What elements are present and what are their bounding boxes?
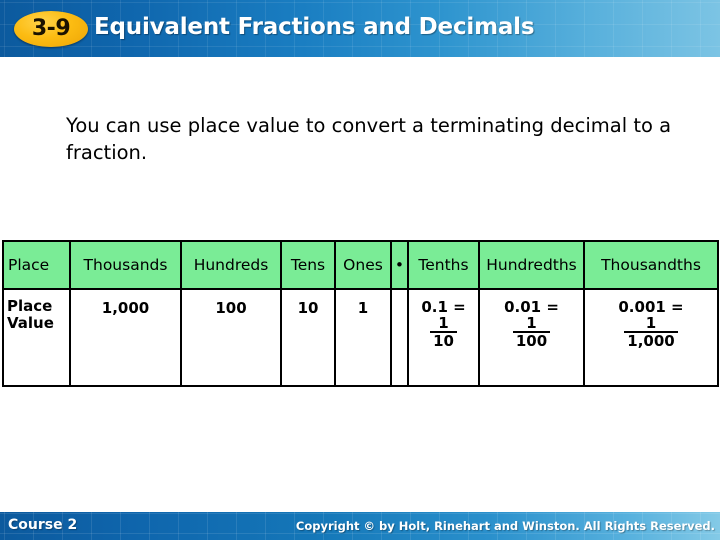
- table-header-row: Place Thousands Hundreds Tens Ones • Ten…: [2, 240, 719, 290]
- fraction-thousandths-decimal: 0.001 =: [618, 298, 684, 316]
- fraction-tenths-decimal: 0.1 =: [421, 298, 466, 316]
- table-header-tenths: Tenths: [407, 240, 480, 290]
- table-header-decimal-point: •: [390, 240, 409, 290]
- table-row: Place Value 1,000 100 10 1 0.1 = 1 10 0.…: [2, 288, 719, 387]
- table-header-tens: Tens: [280, 240, 336, 290]
- table-header-hundredths: Hundredths: [478, 240, 585, 290]
- table-row-label-place-value: Place Value: [2, 288, 71, 387]
- fraction-tenths-denominator: 10: [430, 331, 457, 349]
- page-title: Equivalent Fractions and Decimals: [94, 14, 535, 40]
- table-header-thousandths: Thousandths: [583, 240, 719, 290]
- fraction-hundredths-numerator: 1: [526, 314, 537, 332]
- cell-value-hundreds: 100: [180, 288, 282, 387]
- cell-value-tens: 10: [280, 288, 336, 387]
- lesson-number-label: 3-9: [31, 16, 71, 41]
- slide-footer-band: Course 2 Copyright © by Holt, Rinehart a…: [0, 512, 720, 540]
- copyright-notice: Copyright © by Holt, Rinehart and Winsto…: [295, 519, 715, 533]
- fraction-thousandths-numerator: 1: [645, 314, 657, 332]
- fraction-hundredths: 0.01 = 1 100: [504, 299, 559, 349]
- cell-value-thousands: 1,000: [69, 288, 182, 387]
- table-header-ones: Ones: [334, 240, 392, 290]
- lead-paragraph: You can use place value to convert a ter…: [66, 114, 672, 164]
- fraction-tenths-numerator: 1: [438, 314, 449, 332]
- fraction-thousandths-ratio: 1 1,000: [624, 314, 678, 349]
- fraction-hundredths-decimal: 0.01 =: [504, 298, 559, 316]
- cell-value-decimal-point: [390, 288, 409, 387]
- cell-value-thousandths: 0.001 = 1 1,000: [583, 288, 719, 387]
- fraction-tenths-ratio: 1 10: [430, 316, 457, 349]
- cell-value-hundredths: 0.01 = 1 100: [478, 288, 585, 387]
- fraction-hundredths-denominator: 100: [512, 331, 551, 349]
- table-header-hundreds: Hundreds: [180, 240, 282, 290]
- cell-value-ones: 1: [334, 288, 392, 387]
- table-header-thousands: Thousands: [69, 240, 182, 290]
- fraction-thousandths: 0.001 = 1 1,000: [618, 299, 683, 349]
- cell-value-tenths: 0.1 = 1 10: [407, 288, 480, 387]
- lesson-number-badge: 3-9: [14, 11, 88, 47]
- slide-header-band: 3-9 Equivalent Fractions and Decimals: [0, 0, 720, 57]
- fraction-thousandths-denominator: 1,000: [624, 331, 678, 349]
- course-label: Course 2: [8, 517, 78, 533]
- fraction-tenths: 0.1 = 1 10: [421, 299, 465, 349]
- table-header-place: Place: [2, 240, 71, 290]
- fraction-hundredths-ratio: 1 100: [512, 314, 551, 349]
- place-value-table: Place Thousands Hundreds Tens Ones • Ten…: [2, 240, 719, 387]
